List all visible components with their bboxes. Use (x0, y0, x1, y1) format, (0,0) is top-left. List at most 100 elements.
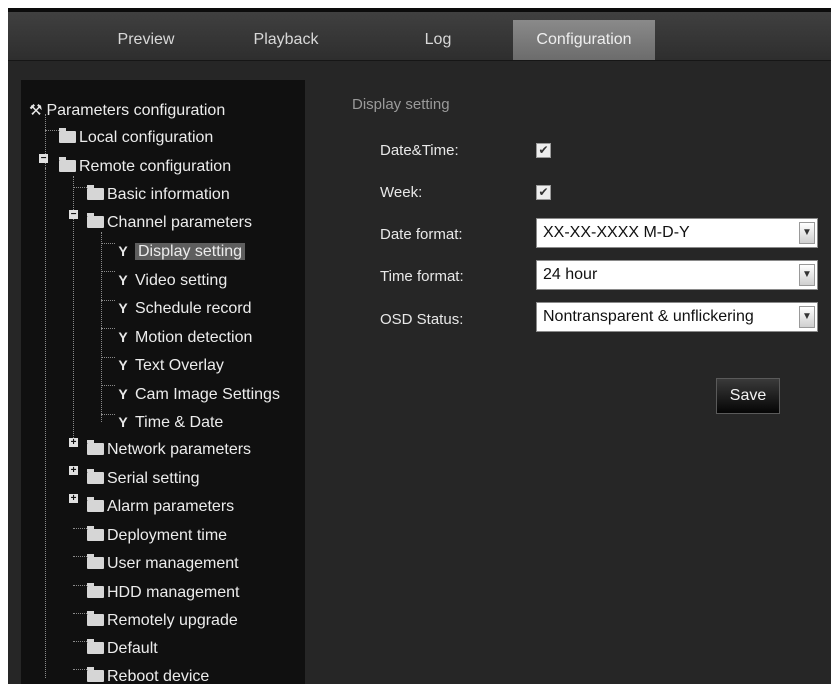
week-label: Week: (380, 184, 423, 201)
check-icon: ✔ (538, 185, 549, 199)
tree-guide-line (45, 130, 59, 131)
tree-item-display-setting[interactable]: Y Display setting (115, 240, 246, 262)
tree-item-label: Deployment time (107, 527, 228, 544)
save-button[interactable]: Save (716, 378, 780, 414)
tree-item-reboot-device[interactable]: Reboot device (87, 666, 209, 688)
chevron-down-icon[interactable]: ▼ (799, 264, 815, 286)
expand-expander-icon[interactable]: + (69, 438, 78, 448)
tree-guide-line (101, 243, 115, 244)
tree-item-label: Remotely upgrade (107, 612, 238, 629)
date-format-label: Date format: (380, 226, 463, 243)
tree-item-basic-information[interactable]: Basic information (87, 184, 230, 206)
osd-status-select[interactable]: Nontransparent & unflickering ▼ (536, 302, 818, 332)
tree-item-label: Display setting (135, 243, 246, 260)
tree-item-user-management[interactable]: User management (87, 553, 239, 575)
expand-expander-icon[interactable]: + (69, 494, 78, 504)
tree-item-time-date[interactable]: Y Time & Date (115, 411, 223, 433)
expand-expander-icon[interactable]: + (69, 466, 78, 476)
chevron-down-icon[interactable]: ▼ (799, 306, 815, 328)
tree-item-channel-parameters[interactable]: Channel parameters (87, 212, 252, 234)
tree-item-label: Cam Image Settings (135, 386, 280, 403)
tree-item-default[interactable]: Default (87, 638, 158, 660)
folder-icon (87, 526, 104, 541)
tree-guide-line (73, 585, 87, 586)
tree-item-hdd-management[interactable]: HDD management (87, 582, 240, 604)
tree-guide-line (73, 187, 87, 188)
tree-guide-line (73, 613, 87, 614)
collapse-expander-icon[interactable]: − (39, 154, 48, 164)
tree-item-text-overlay[interactable]: Y Text Overlay (115, 354, 224, 376)
wrench-icon: Y (118, 272, 128, 288)
folder-icon (87, 497, 104, 512)
collapse-expander-icon[interactable]: − (69, 210, 78, 220)
datetime-checkbox[interactable]: ✔ (536, 143, 551, 158)
tree-item-label: Local configuration (79, 129, 214, 146)
tree-item-cam-image-settings[interactable]: Y Cam Image Settings (115, 383, 280, 405)
tree-item-serial-setting[interactable]: Serial setting (87, 468, 200, 490)
tree-guide-line (101, 385, 115, 386)
tab-bar: Preview Playback Log Configuration (8, 12, 831, 61)
tab-configuration[interactable]: Configuration (513, 20, 655, 60)
tree-guide-line (101, 328, 115, 329)
date-format-select[interactable]: XX-XX-XXXX M-D-Y ▼ (536, 218, 818, 248)
tree-item-parameters-configuration[interactable]: ⚒ Parameters configuration (29, 100, 225, 122)
wrench-icon: Y (118, 300, 128, 316)
tree-guide-line (101, 232, 102, 422)
tree-guide-line (101, 271, 115, 272)
section-title: Display setting (352, 96, 450, 113)
tree-item-label: Text Overlay (135, 357, 224, 374)
osd-status-label: OSD Status: (380, 311, 464, 328)
tree-guide-line (101, 300, 115, 301)
tools-icon: ⚒ (29, 102, 43, 119)
chevron-down-icon[interactable]: ▼ (799, 222, 815, 244)
tab-log[interactable]: Log (378, 20, 498, 60)
tree-item-deployment-time[interactable]: Deployment time (87, 525, 227, 547)
tree-item-label: Alarm parameters (107, 498, 235, 515)
tree-guide-line (73, 528, 87, 529)
time-format-label: Time format: (380, 268, 464, 285)
tree-item-label: Reboot device (107, 668, 210, 685)
tree-item-remote-configuration[interactable]: Remote configuration (59, 156, 231, 178)
tree-item-label: Schedule record (135, 300, 252, 317)
folder-icon (87, 440, 104, 455)
folder-icon (87, 611, 104, 626)
folder-icon (59, 128, 76, 143)
tab-playback[interactable]: Playback (226, 20, 346, 60)
tree-item-label: Remote configuration (79, 158, 232, 175)
tree-item-schedule-record[interactable]: Y Schedule record (115, 297, 252, 319)
time-format-select[interactable]: 24 hour ▼ (536, 260, 818, 290)
tree-item-local-configuration[interactable]: Local configuration (59, 127, 213, 149)
folder-icon (87, 583, 104, 598)
wrench-icon: Y (118, 414, 128, 430)
check-icon: ✔ (538, 143, 549, 157)
tree-item-label: HDD management (107, 584, 240, 601)
tree-item-label: Serial setting (107, 470, 200, 487)
tree-guide-line (73, 556, 87, 557)
tree-item-label: Default (107, 640, 158, 657)
tree-item-label: Channel parameters (107, 214, 252, 231)
tree-guide-line (101, 357, 115, 358)
folder-icon (87, 469, 104, 484)
week-checkbox[interactable]: ✔ (536, 185, 551, 200)
tab-preview[interactable]: Preview (86, 20, 206, 60)
time-format-value: 24 hour (543, 266, 598, 283)
tree-guide-line (101, 414, 115, 415)
folder-icon (87, 185, 104, 200)
tree-guide-line (45, 168, 46, 678)
tree-item-motion-detection[interactable]: Y Motion detection (115, 326, 252, 348)
wrench-icon: Y (118, 386, 128, 402)
tree-item-label: Time & Date (135, 414, 224, 431)
tree-item-alarm-parameters[interactable]: Alarm parameters (87, 496, 234, 518)
tree-item-network-parameters[interactable]: Network parameters (87, 439, 251, 461)
wrench-icon: Y (118, 357, 128, 373)
tree-item-remotely-upgrade[interactable]: Remotely upgrade (87, 610, 238, 632)
config-tree-panel: − − + + + ⚒ Parameters configuration Loca… (21, 80, 305, 685)
tree-item-video-setting[interactable]: Y Video setting (115, 269, 227, 291)
tree-item-label: Basic information (107, 186, 230, 203)
folder-icon (87, 213, 104, 228)
folder-icon (87, 667, 104, 682)
tree-item-label: Motion detection (135, 329, 253, 346)
wrench-icon: Y (118, 329, 128, 345)
wrench-icon: Y (118, 243, 128, 259)
folder-icon (87, 554, 104, 569)
